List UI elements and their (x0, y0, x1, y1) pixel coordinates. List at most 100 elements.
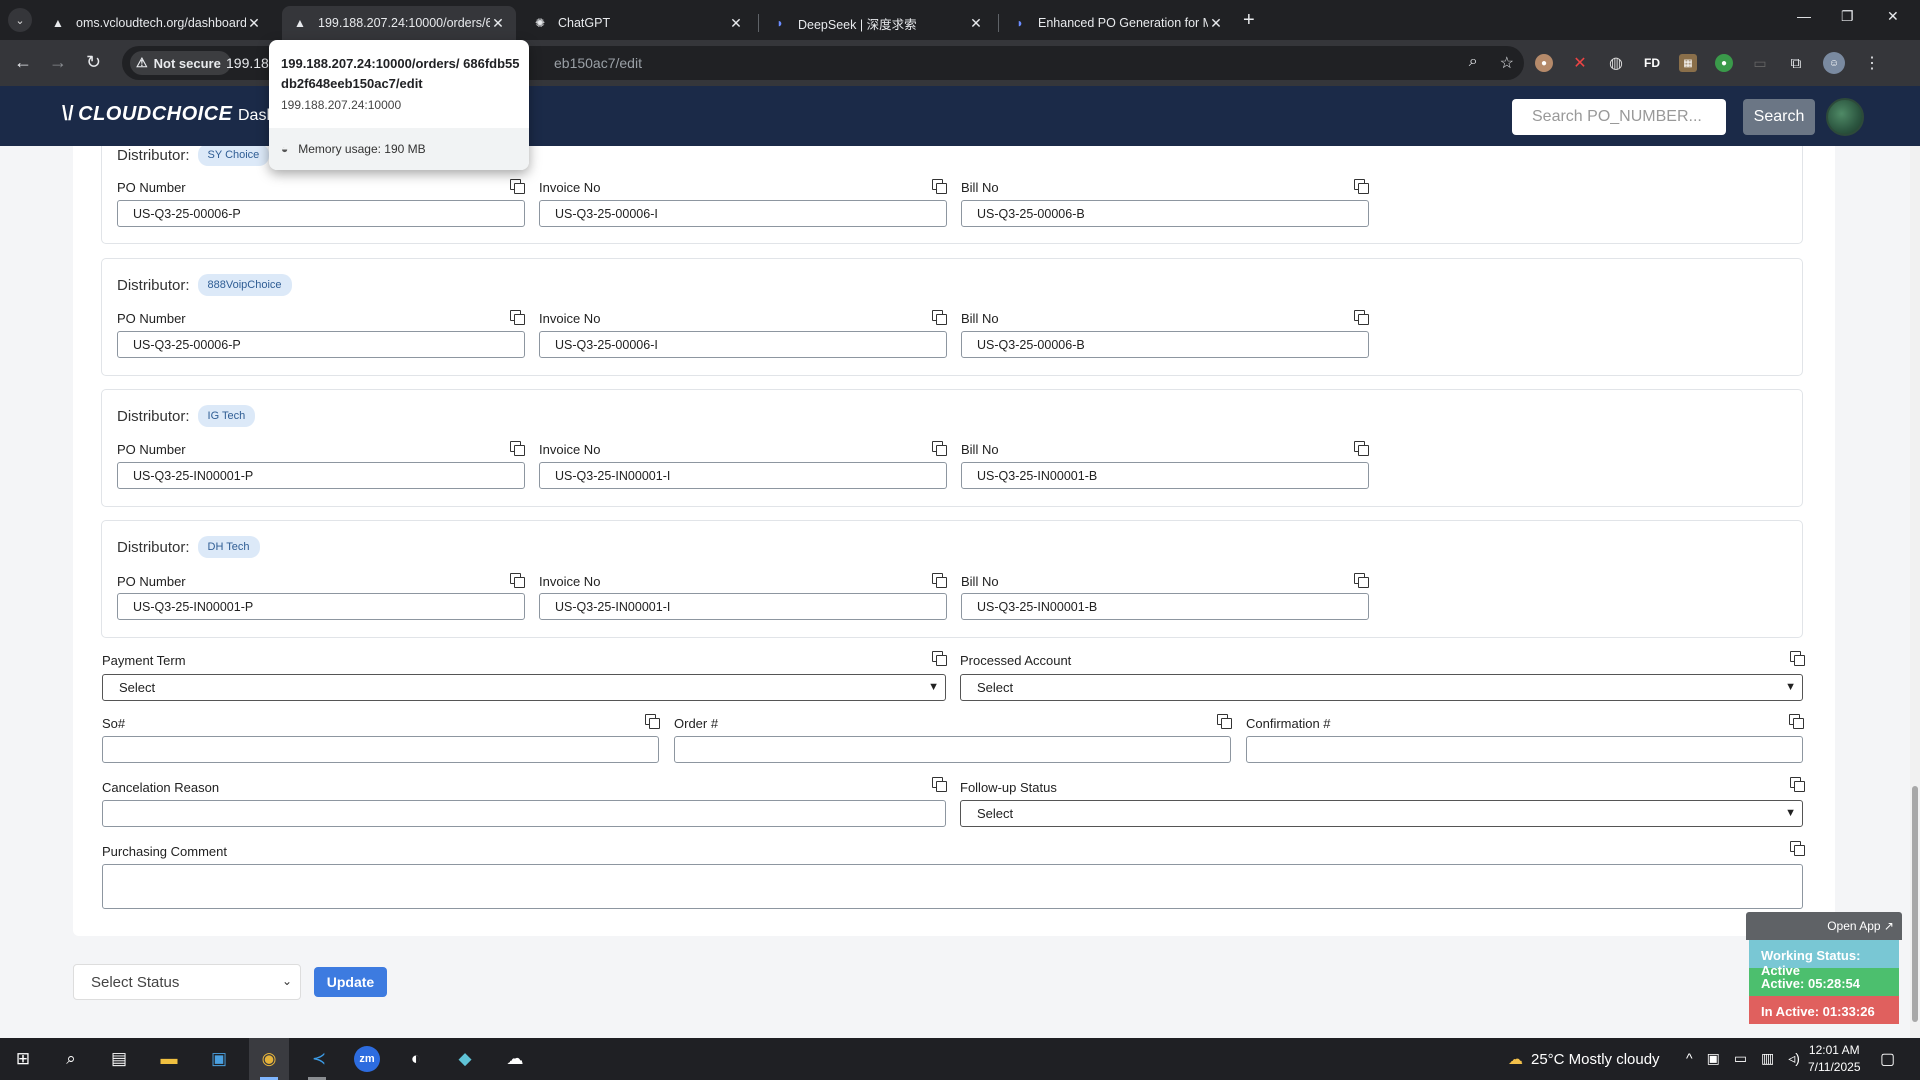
restore-icon[interactable]: ❐ (1841, 8, 1854, 25)
meet-now-icon[interactable]: ▣ (1707, 1050, 1720, 1067)
invoice-no-input[interactable] (539, 593, 947, 620)
weather-widget[interactable]: ☁ 25°C Mostly cloudy (1508, 1050, 1660, 1069)
status-select[interactable]: Select Status ⌄ (73, 964, 301, 1000)
tab-chatgpt[interactable]: ✺ ChatGPT ✕ (522, 6, 754, 40)
vscode-icon[interactable]: ≺ (306, 1046, 332, 1072)
new-tab-icon[interactable]: + (1243, 9, 1255, 32)
update-button[interactable]: Update (314, 967, 387, 997)
zoom-icon[interactable]: ⌕ (1469, 53, 1478, 73)
fd-extension-icon[interactable]: FD (1643, 54, 1661, 72)
order-number-input[interactable] (674, 736, 1231, 763)
tab-deepseek[interactable]: ◗ DeepSeek | 深度求索 ✕ (762, 6, 994, 40)
copy-icon[interactable] (1354, 441, 1369, 456)
extension-icon[interactable]: ● (1715, 54, 1733, 72)
forward-icon[interactable]: → (49, 52, 67, 73)
copy-icon[interactable] (932, 651, 947, 666)
page-scrollbar[interactable] (1910, 146, 1920, 1038)
profile-icon[interactable]: ☺ (1823, 52, 1845, 74)
copy-icon[interactable] (510, 179, 525, 194)
close-icon[interactable]: ✕ (490, 15, 506, 32)
close-icon[interactable]: ✕ (246, 15, 262, 32)
battery-icon[interactable]: ▭ (1734, 1050, 1747, 1067)
po-number-input[interactable] (117, 462, 525, 489)
bill-no-input[interactable] (961, 462, 1369, 489)
task-view-icon[interactable]: ▤ (106, 1046, 132, 1072)
copy-icon[interactable] (1790, 777, 1805, 792)
extension-x-icon[interactable]: ✕ (1571, 54, 1589, 72)
zoom-app-icon[interactable]: zm (354, 1046, 380, 1072)
close-icon[interactable]: ✕ (1208, 15, 1224, 32)
close-icon[interactable]: ✕ (968, 15, 984, 32)
extensions-puzzle-icon[interactable]: ⧉ (1787, 54, 1805, 72)
scrollbar-thumb[interactable] (1912, 786, 1918, 1022)
copy-icon[interactable] (932, 573, 947, 588)
confirmation-number-input[interactable] (1246, 736, 1803, 763)
copy-icon[interactable] (932, 777, 947, 792)
copy-icon[interactable] (932, 310, 947, 325)
reload-icon[interactable]: ↻ (86, 52, 101, 73)
minimize-icon[interactable]: — (1797, 8, 1811, 24)
copy-icon[interactable] (1790, 651, 1805, 666)
tab-dashboard[interactable]: ▲ oms.vcloudtech.org/dashboard ✕ (40, 6, 272, 40)
search-icon[interactable]: ⌕ (58, 1046, 84, 1072)
bookmark-star-icon[interactable]: ☆ (1500, 53, 1514, 73)
window-close-icon[interactable]: ✕ (1887, 8, 1899, 25)
system-clock[interactable]: 12:01 AM 7/11/2025 (1808, 1042, 1861, 1076)
bill-no-input[interactable] (961, 593, 1369, 620)
store-icon[interactable]: ▣ (206, 1046, 232, 1072)
copy-icon[interactable] (1354, 179, 1369, 194)
invoice-no-input[interactable] (539, 331, 947, 358)
copy-icon[interactable] (932, 441, 947, 456)
tab-enhanced-po[interactable]: ◗ Enhanced PO Generation for M ✕ (1002, 6, 1234, 40)
globe-icon[interactable]: ◍ (1607, 54, 1625, 72)
cancelation-reason-input[interactable] (102, 800, 946, 827)
notification-icon[interactable]: ▢ (1880, 1049, 1895, 1069)
invoice-no-input[interactable] (539, 462, 947, 489)
copy-icon[interactable] (510, 573, 525, 588)
chrome-icon[interactable]: ◉ (256, 1046, 282, 1072)
tab-search-icon[interactable]: ⌄ (8, 8, 32, 32)
extension-icon[interactable]: ▦ (1679, 54, 1697, 72)
copy-icon[interactable] (1354, 573, 1369, 588)
windows-start-icon[interactable]: ⊞ (10, 1046, 36, 1072)
copy-icon[interactable] (1354, 310, 1369, 325)
copy-icon[interactable] (1790, 841, 1805, 856)
po-search-input[interactable] (1512, 99, 1726, 135)
app-leaf-icon[interactable]: ◐ (403, 1046, 429, 1072)
copy-icon[interactable] (510, 441, 525, 456)
security-indicator[interactable]: ⚠ Not secure (130, 51, 231, 75)
extension-icon[interactable]: ● (1535, 54, 1553, 72)
po-number-input[interactable] (117, 593, 525, 620)
volume-icon[interactable]: ◃) (1788, 1050, 1800, 1067)
copy-icon[interactable] (510, 310, 525, 325)
copy-icon[interactable] (1789, 714, 1804, 729)
file-explorer-icon[interactable]: ▬ (156, 1046, 182, 1072)
kebab-menu-icon[interactable]: ⋮ (1863, 54, 1881, 72)
open-app-link[interactable]: Open App ↗ (1746, 912, 1902, 940)
close-icon[interactable]: ✕ (728, 15, 744, 32)
po-number-input[interactable] (117, 331, 525, 358)
copy-icon[interactable] (932, 179, 947, 194)
tab-order-edit[interactable]: ▲ 199.188.207.24:10000/orders/6 ✕ (282, 6, 516, 40)
payment-term-select[interactable]: Select ▼ (102, 674, 946, 701)
bill-no-input[interactable] (961, 331, 1369, 358)
avatar[interactable] (1826, 98, 1864, 136)
followup-status-select[interactable]: Select ▼ (960, 800, 1803, 827)
search-button[interactable]: Search (1743, 99, 1815, 135)
purchasing-comment-textarea[interactable] (102, 864, 1803, 909)
invoice-no-input[interactable] (539, 200, 947, 227)
network-icon[interactable]: ▥ (1761, 1050, 1774, 1067)
po-number-input[interactable] (117, 200, 525, 227)
copy-icon[interactable] (1217, 714, 1232, 729)
so-number-input[interactable] (102, 736, 659, 763)
app-logo[interactable]: \/CLOUDCHOICE (62, 103, 233, 126)
processed-account-select[interactable]: Select ▼ (960, 674, 1803, 701)
copy-icon[interactable] (645, 714, 660, 729)
app-mascot-icon[interactable]: ☁ (502, 1046, 528, 1072)
back-icon[interactable]: ← (14, 52, 32, 73)
cast-icon[interactable]: ▭ (1751, 54, 1769, 72)
chevron-up-icon[interactable]: ^ (1686, 1050, 1693, 1067)
app-diamond-icon[interactable]: ◆ (452, 1046, 478, 1072)
cancelation-reason-label: Cancelation Reason (102, 780, 220, 795)
bill-no-input[interactable] (961, 200, 1369, 227)
